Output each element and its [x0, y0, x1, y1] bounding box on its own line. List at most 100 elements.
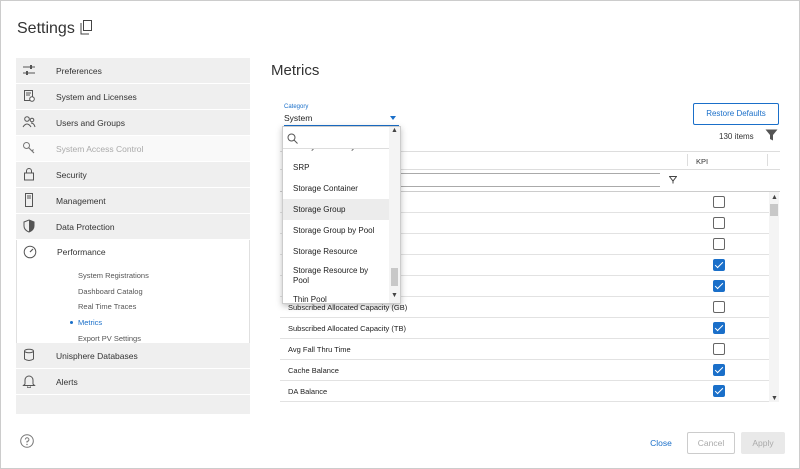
sidebar-item-management[interactable]: Management [16, 188, 250, 214]
apply-button[interactable]: Apply [741, 432, 785, 454]
category-label: Category [284, 104, 309, 110]
dropdown-option-label: SRP [293, 163, 310, 172]
sidebar-item-label: Alerts [56, 376, 78, 387]
sidebar-item-alerts[interactable]: Alerts [16, 369, 250, 395]
dropdown-option[interactable]: Storage Group by Pool [283, 220, 389, 241]
dropdown-option[interactable]: SRP [283, 157, 389, 178]
scrollbar-thumb[interactable] [770, 204, 778, 216]
dropdown-option[interactable]: Storage Container [283, 178, 389, 199]
sidebar-item-system-access-control[interactable]: System Access Control [16, 136, 250, 162]
search-icon [287, 133, 298, 144]
table-scrollbar[interactable]: ▲ ▼ [769, 192, 779, 402]
sidebar-item-preferences[interactable]: Preferences [16, 58, 250, 84]
sidebar-item-label: Management [56, 195, 106, 206]
sidebar-item-label: Preferences [56, 65, 102, 76]
table-row[interactable]: Cache Balance [280, 360, 770, 381]
filter-icon[interactable] [669, 176, 677, 184]
sidebar-item-security[interactable]: Security [16, 162, 250, 188]
kpi-checkbox[interactable] [713, 322, 725, 334]
sidebar-group-performance: Performance System Registrations Dashboa… [16, 240, 250, 343]
current-item-dot [70, 321, 73, 324]
dropdown-option[interactable]: SG by FE Port by SG [283, 149, 389, 157]
sidebar-item-unisphere-databases[interactable]: Unisphere Databases [16, 343, 250, 369]
kpi-checkbox[interactable] [713, 196, 725, 208]
scroll-down-icon[interactable]: ▼ [771, 395, 778, 402]
settings-dialog: Settings Preferences System and Licenses… [0, 0, 800, 469]
bell-icon [22, 375, 36, 388]
dropdown-option-label: Storage Container [293, 184, 358, 193]
kpi-checkbox[interactable] [713, 238, 725, 250]
filter-icon[interactable] [765, 129, 778, 141]
sidebar-item-data-protection[interactable]: Data Protection [16, 214, 250, 240]
dropdown-option-label: SG by FE Port by SG [293, 149, 369, 151]
gauge-icon [23, 245, 37, 259]
sidebar-item-label: Users and Groups [56, 117, 125, 128]
dropdown-option[interactable]: Storage Resource [283, 241, 389, 262]
license-icon [24, 90, 35, 102]
sidebar-item-system-and-licenses[interactable]: System and Licenses [16, 84, 250, 110]
sidebar-item-label: Security [56, 169, 87, 180]
table-row[interactable]: DA Balance [280, 381, 770, 402]
dropdown-search-input[interactable] [283, 127, 400, 149]
dropdown-option[interactable]: Thin Pool [283, 289, 389, 304]
kpi-checkbox[interactable] [713, 217, 725, 229]
metric-name: Avg Fall Thru Time [288, 345, 351, 354]
sidebar-subitem-metrics[interactable]: Metrics [78, 318, 102, 327]
key-icon [23, 142, 35, 154]
kpi-checkbox[interactable] [713, 364, 725, 376]
sidebar-item-users-and-groups[interactable]: Users and Groups [16, 110, 250, 136]
caret-down-icon [390, 116, 396, 120]
sidebar-item-label: Unisphere Databases [56, 350, 138, 361]
metric-name: Subscribed Allocated Capacity (TB) [288, 324, 406, 333]
kpi-checkbox[interactable] [713, 259, 725, 271]
sidebar-subitem-export-pv-settings[interactable]: Export PV Settings [78, 334, 141, 343]
kpi-checkbox[interactable] [713, 385, 725, 397]
name-filter-input[interactable] [397, 173, 660, 187]
sidebar-item-performance[interactable]: Performance [17, 240, 249, 266]
cancel-button[interactable]: Cancel [687, 432, 735, 454]
sidebar-subitem-real-time-traces[interactable]: Real Time Traces [78, 302, 136, 311]
sliders-icon [23, 65, 35, 75]
dropdown-option-label: Storage Resource [293, 247, 358, 256]
sidebar-item-label: Data Protection [56, 221, 115, 232]
lock-icon [24, 168, 34, 181]
table-row[interactable]: Subscribed Allocated Capacity (TB) [280, 318, 770, 339]
metric-name: Subscribed Allocated Capacity (GB) [288, 303, 408, 312]
restore-defaults-button[interactable]: Restore Defaults [693, 103, 779, 125]
scroll-up-icon[interactable]: ▲ [391, 127, 398, 134]
sidebar-subitem-system-registrations[interactable]: System Registrations [78, 271, 149, 280]
scroll-up-icon[interactable]: ▲ [771, 194, 778, 201]
dropdown-scrollbar[interactable]: ▲ ▼ [389, 127, 400, 303]
category-select[interactable]: System [284, 113, 399, 126]
kpi-checkbox[interactable] [713, 280, 725, 292]
dialog-title: Settings [17, 20, 75, 37]
table-row[interactable]: Avg Fall Thru Time [280, 339, 770, 360]
close-button[interactable]: Close [643, 433, 679, 453]
settings-sidebar: Preferences System and Licenses Users an… [16, 58, 250, 415]
page-title: Metrics [271, 62, 320, 79]
column-divider [687, 154, 688, 166]
database-icon [24, 348, 34, 361]
sidebar-group-top: Preferences System and Licenses Users an… [16, 58, 250, 240]
category-dropdown: SG by FE Port by SG SRP Storage Container S… [282, 126, 401, 304]
dropdown-option-label: Thin Pool [293, 295, 327, 304]
kpi-checkbox[interactable] [713, 343, 725, 355]
copy-icon[interactable] [80, 20, 93, 35]
sidebar-subitem-dashboard-catalog[interactable]: Dashboard Catalog [78, 287, 143, 296]
dropdown-options: SG by FE Port by SG SRP Storage Container S… [283, 149, 389, 304]
sidebar-item-label: System Access Control [56, 143, 144, 154]
column-header-kpi[interactable]: KPI [696, 157, 708, 166]
column-divider [767, 154, 768, 166]
dropdown-option-label: Storage Resource by Pool [293, 266, 369, 285]
metric-name: DA Balance [288, 387, 328, 396]
sidebar-group-bottom: Unisphere Databases Alerts [16, 343, 250, 414]
metric-name: Cache Balance [288, 366, 339, 375]
dropdown-option[interactable]: Storage Resource by Pool [283, 262, 389, 289]
dropdown-option[interactable]: Storage Group [283, 199, 389, 220]
category-value: System [284, 113, 313, 123]
scrollbar-thumb[interactable] [391, 268, 398, 286]
scroll-down-icon[interactable]: ▼ [391, 292, 398, 299]
help-icon[interactable] [20, 434, 34, 448]
sidebar-item-label: System and Licenses [56, 91, 137, 102]
kpi-checkbox[interactable] [713, 301, 725, 313]
